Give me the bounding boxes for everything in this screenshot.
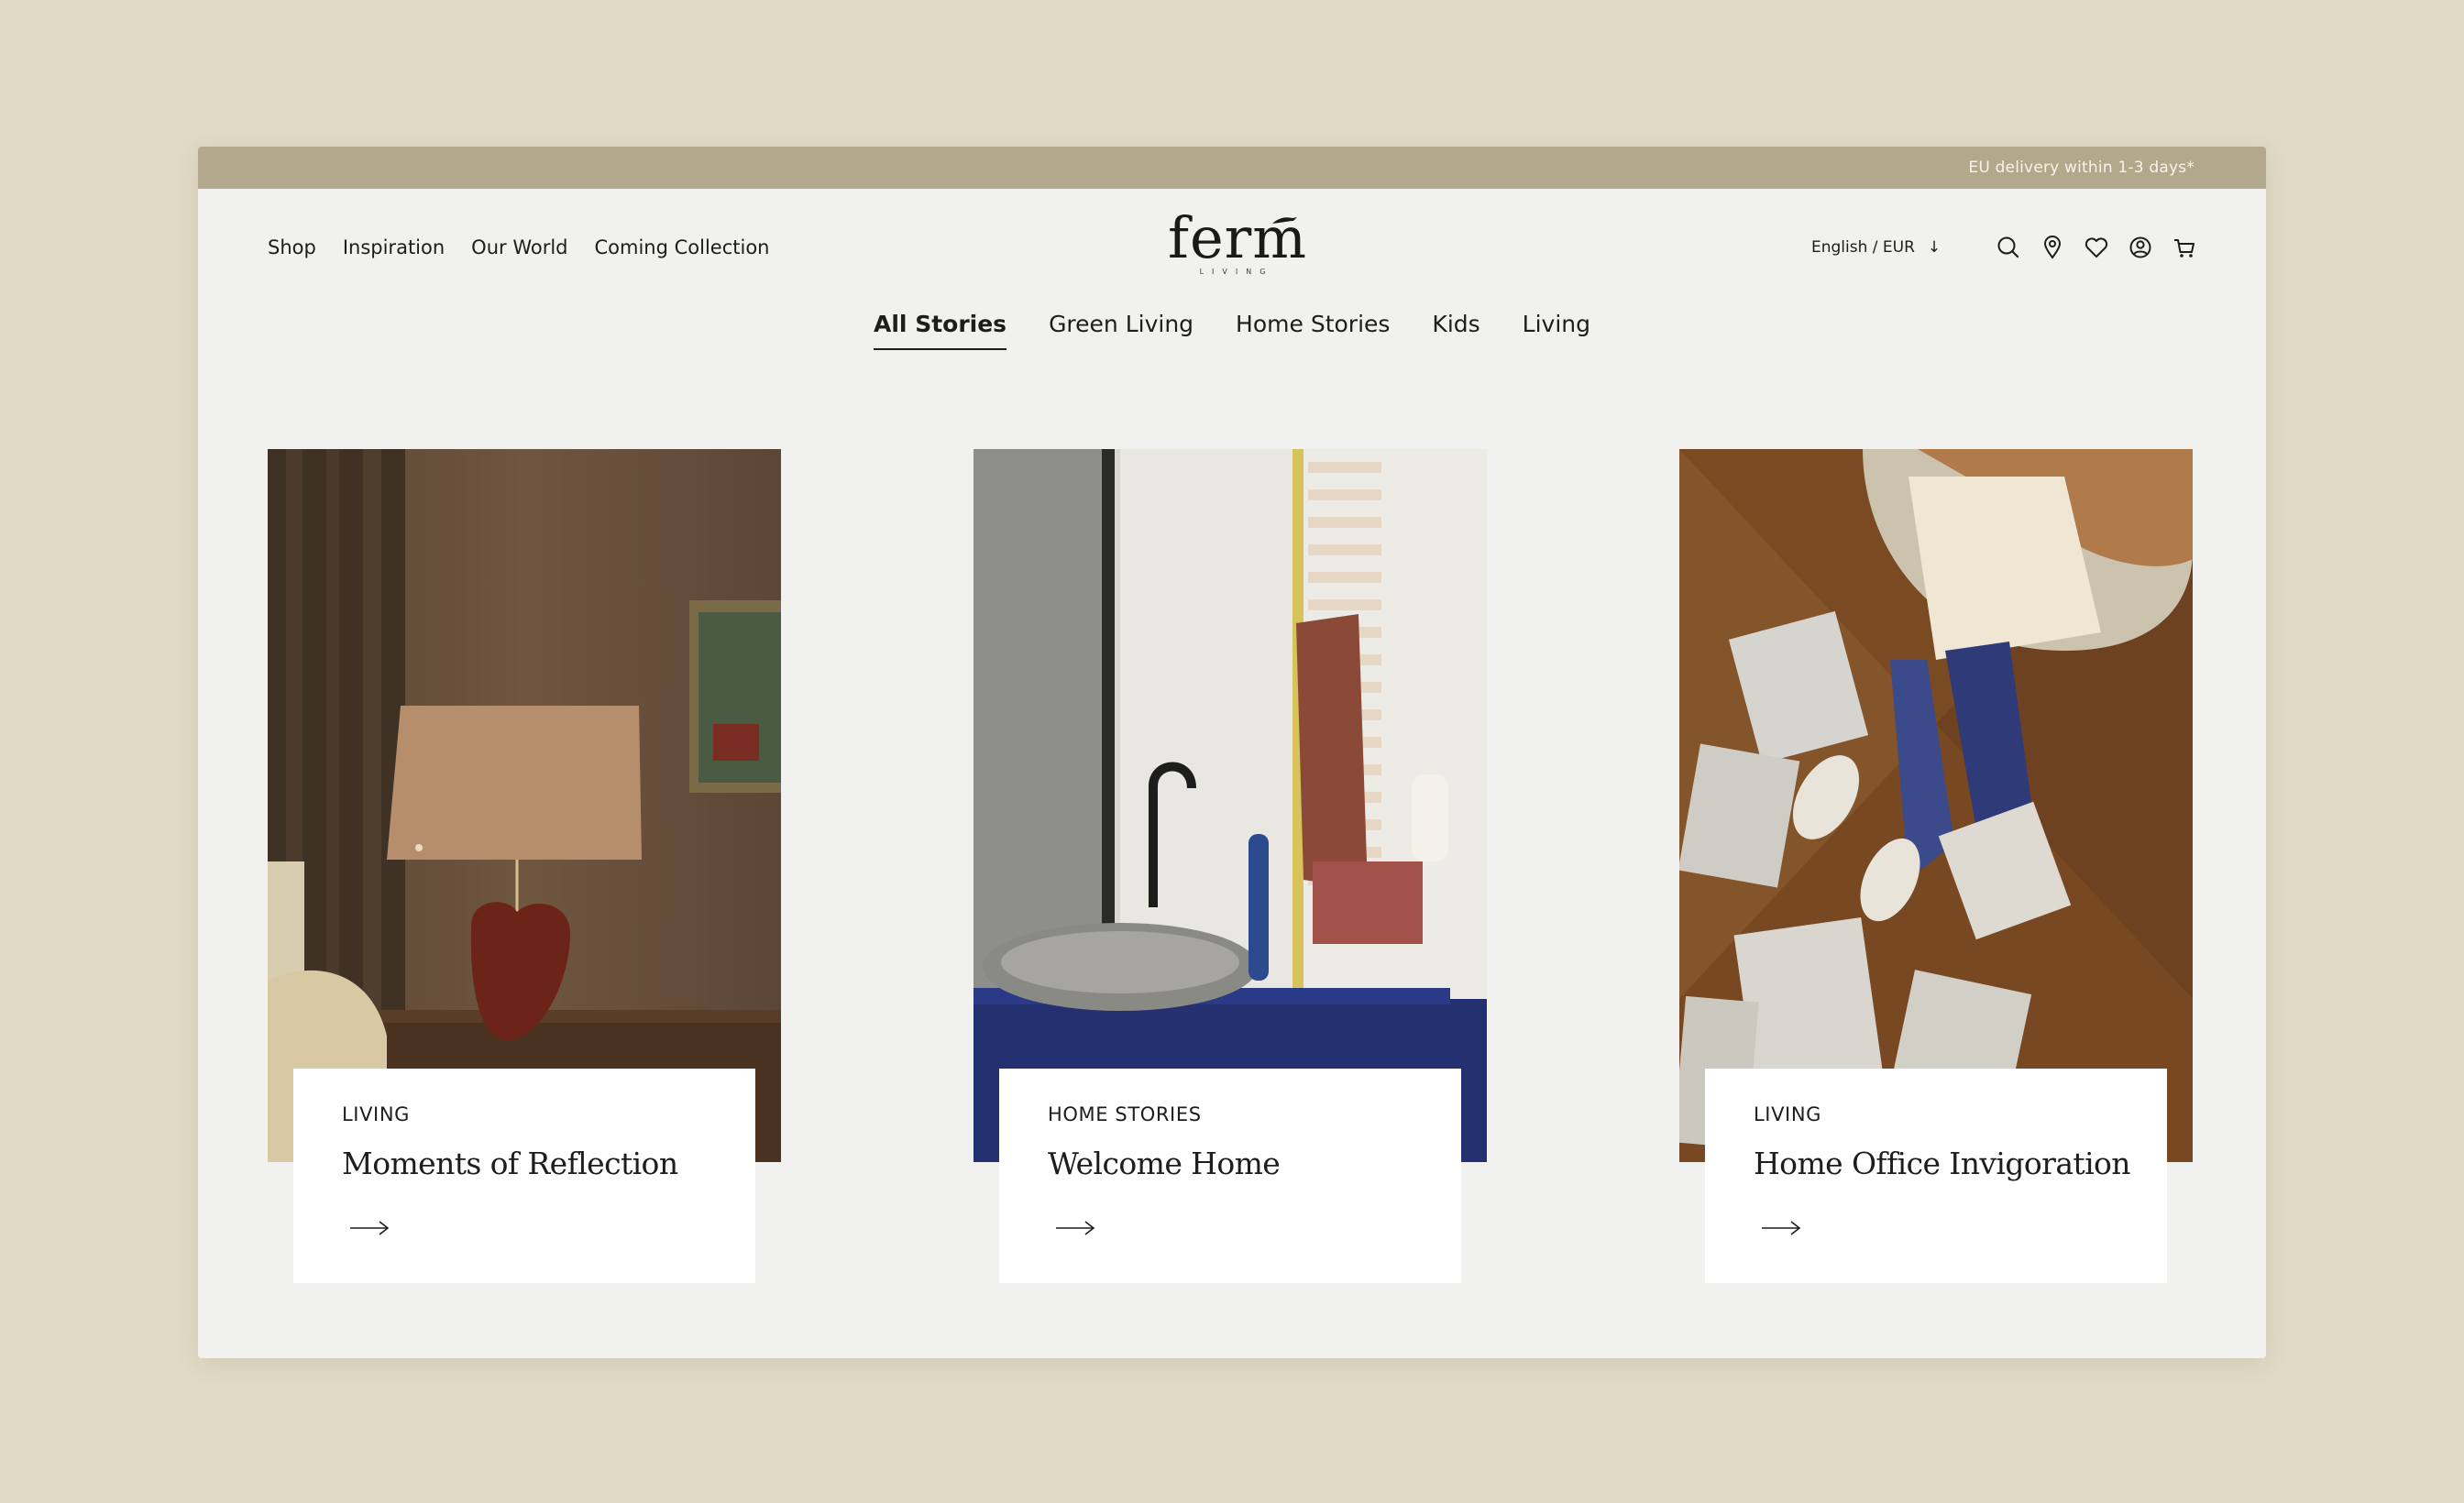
account-icon[interactable]: [2125, 232, 2156, 263]
arrow-down-icon: ↓: [1927, 238, 1942, 257]
browser-window: EU delivery within 1-3 days* Shop Inspir…: [198, 147, 2266, 1358]
arrow-right-icon[interactable]: [348, 1219, 390, 1237]
location-pin-icon[interactable]: [2037, 232, 2068, 263]
story-image[interactable]: [1679, 449, 2193, 1162]
story-card[interactable]: HOME STORIES Welcome Home: [974, 449, 1487, 1283]
nav-inspiration[interactable]: Inspiration: [343, 229, 445, 266]
story-card[interactable]: LIVING Home Office Invigoration: [1679, 449, 2193, 1283]
story-card-panel: LIVING Home Office Invigoration: [1705, 1069, 2167, 1283]
tab-home-stories[interactable]: Home Stories: [1236, 304, 1390, 350]
brand-logo[interactable]: ferm LIVING: [1168, 207, 1306, 286]
delivery-notice: EU delivery within 1-3 days*: [1968, 159, 2194, 177]
story-card-panel: HOME STORIES Welcome Home: [999, 1069, 1461, 1283]
story-card-panel: LIVING Moments of Reflection: [293, 1069, 755, 1283]
arrow-right-icon[interactable]: [1760, 1219, 1802, 1237]
arrow-right-icon[interactable]: [1054, 1219, 1096, 1237]
story-image[interactable]: [268, 449, 781, 1162]
story-title[interactable]: Welcome Home: [1048, 1146, 1281, 1181]
story-title[interactable]: Moments of Reflection: [342, 1146, 678, 1181]
announcement-bar: EU delivery within 1-3 days*: [198, 147, 2266, 189]
header-actions: [1993, 232, 2213, 263]
story-category: LIVING: [1754, 1103, 1822, 1125]
story-image[interactable]: [974, 449, 1487, 1162]
tab-all-stories[interactable]: All Stories: [874, 304, 1007, 350]
language-currency-selector[interactable]: English / EUR ↓: [1811, 229, 1941, 266]
language-currency-label: English / EUR: [1811, 238, 1915, 257]
heart-icon[interactable]: [2081, 232, 2112, 263]
nav-our-world[interactable]: Our World: [471, 229, 567, 266]
tab-green-living[interactable]: Green Living: [1049, 304, 1194, 350]
bird-icon: [1272, 217, 1297, 224]
search-icon[interactable]: [1993, 232, 2024, 263]
tab-living[interactable]: Living: [1523, 304, 1590, 350]
story-card[interactable]: LIVING Moments of Reflection: [268, 449, 781, 1283]
tab-kids[interactable]: Kids: [1432, 304, 1480, 350]
story-category: HOME STORIES: [1048, 1103, 1202, 1125]
nav-coming-collection[interactable]: Coming Collection: [595, 229, 770, 266]
main-navigation: Shop Inspiration Our World Coming Collec…: [268, 229, 797, 266]
cart-icon[interactable]: [2169, 232, 2200, 263]
nav-shop[interactable]: Shop: [268, 229, 316, 266]
story-category-tabs: All Stories Green Living Home Stories Ki…: [198, 304, 2266, 350]
story-title[interactable]: Home Office Invigoration: [1754, 1146, 2131, 1181]
story-category: LIVING: [342, 1103, 411, 1125]
